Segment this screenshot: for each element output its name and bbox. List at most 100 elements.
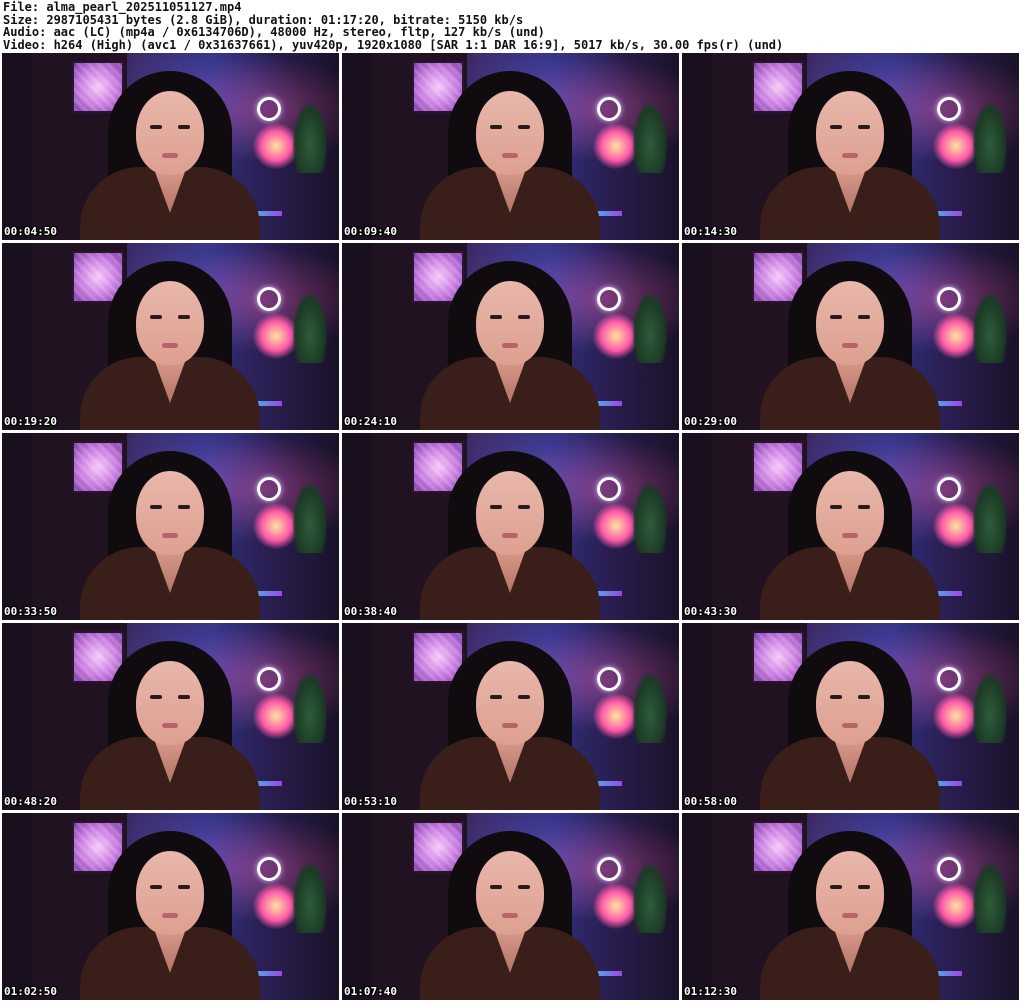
person-figure: [80, 71, 260, 240]
decorative-tree: [633, 293, 667, 363]
lips: [502, 533, 518, 538]
person-figure: [420, 641, 600, 810]
left-eye: [490, 125, 502, 129]
left-eye: [830, 125, 842, 129]
face: [136, 471, 204, 555]
right-eye: [858, 695, 870, 699]
lips: [162, 723, 178, 728]
ring-light: [597, 287, 621, 311]
ring-light: [597, 857, 621, 881]
person-figure: [80, 641, 260, 810]
left-wall-panel: [342, 243, 372, 430]
right-eye: [858, 315, 870, 319]
lips: [502, 343, 518, 348]
left-wall-panel: [682, 243, 712, 430]
lips: [842, 153, 858, 158]
lips: [502, 153, 518, 158]
left-wall-panel: [682, 433, 712, 620]
ring-light: [597, 97, 621, 121]
video-thumbnail: 00:38:40: [342, 433, 679, 620]
face: [476, 661, 544, 745]
thumbnail-timestamp: 00:33:50: [4, 605, 57, 618]
decorative-tree: [633, 483, 667, 553]
thumbnail-timestamp: 01:02:50: [4, 985, 57, 998]
person-figure: [80, 831, 260, 1000]
decorative-tree: [633, 863, 667, 933]
right-eye: [178, 885, 190, 889]
ring-light: [257, 667, 281, 691]
face: [136, 281, 204, 365]
right-eye: [858, 885, 870, 889]
thumbnail-timestamp: 00:14:30: [684, 225, 737, 238]
face: [136, 851, 204, 935]
lips: [162, 533, 178, 538]
left-wall-panel: [342, 53, 372, 240]
person-figure: [420, 71, 600, 240]
left-eye: [490, 505, 502, 509]
left-wall-panel: [2, 53, 32, 240]
left-eye: [490, 315, 502, 319]
left-wall-panel: [342, 813, 372, 1000]
decorative-tree: [293, 293, 327, 363]
person-figure: [760, 451, 940, 620]
video-info-line: Video: h264 (High) (avc1 / 0x31637661), …: [3, 37, 784, 52]
lips: [162, 153, 178, 158]
person-figure: [420, 451, 600, 620]
thumbnail-timestamp: 00:29:00: [684, 415, 737, 428]
ring-light: [937, 97, 961, 121]
face: [816, 851, 884, 935]
person-figure: [760, 71, 940, 240]
ring-light: [937, 477, 961, 501]
left-eye: [830, 505, 842, 509]
person-figure: [420, 261, 600, 430]
lips: [842, 533, 858, 538]
ring-light: [597, 667, 621, 691]
file-info-header: File: alma_pearl_202511051127.mp4 Size: …: [3, 1, 1021, 51]
thumbnail-timestamp: 00:48:20: [4, 795, 57, 808]
left-wall-panel: [342, 623, 372, 810]
right-eye: [518, 885, 530, 889]
decorative-tree: [973, 483, 1007, 553]
lips: [502, 913, 518, 918]
video-thumbnail: 00:48:20: [2, 623, 339, 810]
right-eye: [858, 505, 870, 509]
thumbnail-timestamp: 00:09:40: [344, 225, 397, 238]
lips: [162, 913, 178, 918]
decorative-tree: [973, 103, 1007, 173]
right-eye: [178, 505, 190, 509]
ring-light: [257, 857, 281, 881]
thumbnail-timestamp: 00:53:10: [344, 795, 397, 808]
right-eye: [178, 125, 190, 129]
person-figure: [80, 451, 260, 620]
lips: [162, 343, 178, 348]
face: [816, 91, 884, 175]
left-wall-panel: [682, 813, 712, 1000]
left-eye: [830, 315, 842, 319]
thumbnail-grid: 00:04:50 00:09:40 00:14:30 00:19:20 00:24:10…: [2, 53, 1022, 1001]
video-thumbnail: 00:53:10: [342, 623, 679, 810]
decorative-tree: [973, 293, 1007, 363]
left-eye: [150, 315, 162, 319]
face: [476, 91, 544, 175]
right-eye: [518, 505, 530, 509]
file-name-line: File: alma_pearl_202511051127.mp4: [3, 0, 242, 14]
left-eye: [490, 885, 502, 889]
right-eye: [518, 695, 530, 699]
video-thumbnail: 00:33:50: [2, 433, 339, 620]
ring-light: [257, 287, 281, 311]
left-wall-panel: [682, 623, 712, 810]
decorative-tree: [293, 483, 327, 553]
video-thumbnail: 01:12:30: [682, 813, 1019, 1000]
video-thumbnail: 01:07:40: [342, 813, 679, 1000]
video-thumbnail: 00:19:20: [2, 243, 339, 430]
ring-light: [257, 477, 281, 501]
lips: [842, 913, 858, 918]
video-thumbnail: 00:43:30: [682, 433, 1019, 620]
left-wall-panel: [2, 813, 32, 1000]
left-eye: [150, 125, 162, 129]
face: [136, 661, 204, 745]
ring-light: [257, 97, 281, 121]
lips: [842, 343, 858, 348]
left-eye: [830, 695, 842, 699]
decorative-tree: [293, 673, 327, 743]
